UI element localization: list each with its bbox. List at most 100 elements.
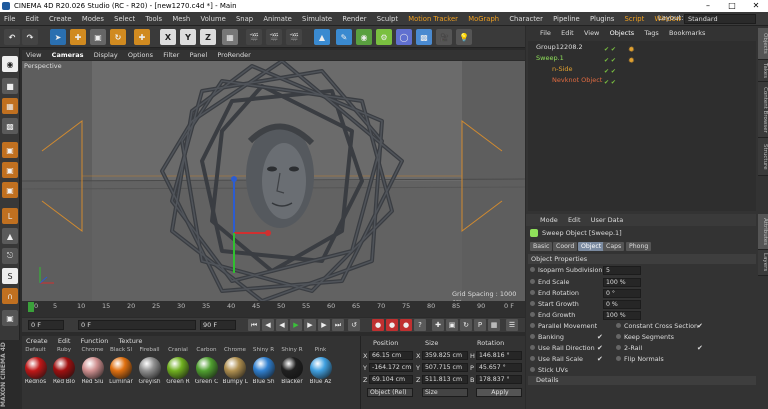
- check-stick-uvs[interactable]: Stick UVs: [530, 365, 568, 375]
- magnet-icon[interactable]: ∩: [2, 288, 18, 304]
- sidetab-structure[interactable]: Structure: [758, 138, 768, 176]
- workplane-mode-icon[interactable]: ▩: [2, 118, 18, 134]
- sidetab-attributes[interactable]: Attributes: [758, 214, 768, 250]
- deformer-icon[interactable]: ◯: [396, 29, 412, 45]
- size-mode-select[interactable]: Size: [422, 388, 468, 397]
- cube-primitive-icon[interactable]: ▲: [314, 29, 330, 45]
- checkbox[interactable]: [597, 323, 604, 330]
- checkbox[interactable]: ✔: [697, 323, 704, 330]
- menu-volume[interactable]: Volume: [196, 12, 229, 26]
- lock-workplane-icon[interactable]: ▣: [2, 310, 18, 326]
- end-scale-field[interactable]: 100 %: [603, 278, 641, 287]
- material-swatch[interactable]: Pink Blue Az: [308, 347, 333, 385]
- tree-item-nside[interactable]: n-Side: [552, 64, 652, 75]
- end-growth-field[interactable]: 100 %: [603, 311, 641, 320]
- material-swatch[interactable]: Black Sl Luminar: [109, 347, 134, 385]
- menu-motion-tracker[interactable]: Motion Tracker: [404, 12, 462, 26]
- axis-x-button[interactable]: X: [160, 29, 176, 45]
- rot-p-field[interactable]: 45.657 °: [476, 363, 522, 372]
- tag-icons[interactable]: ✹ ✹: [628, 44, 636, 65]
- material-swatch[interactable]: Carbon Green C: [194, 347, 219, 385]
- move-tool-icon[interactable]: ✚: [70, 29, 86, 45]
- attr-menu-userdata[interactable]: User Data: [587, 214, 627, 226]
- start-growth-field[interactable]: 0 %: [603, 300, 641, 309]
- array-generator-icon[interactable]: ⚙: [376, 29, 392, 45]
- checkbox[interactable]: [597, 367, 604, 374]
- checkbox[interactable]: ✔: [697, 345, 704, 352]
- check-keep-segments[interactable]: Keep Segments: [616, 332, 674, 342]
- size-x-field[interactable]: 359.825 cm: [422, 351, 468, 360]
- previous-frame-icon[interactable]: ◀: [276, 319, 288, 331]
- menu-snap[interactable]: Snap: [232, 12, 257, 26]
- menu-mograph[interactable]: MoGraph: [464, 12, 503, 26]
- menu-sculpt[interactable]: Sculpt: [373, 12, 402, 26]
- menu-script[interactable]: Script: [621, 12, 649, 26]
- floor-icon[interactable]: ▩: [416, 29, 432, 45]
- check-use-rail-direction[interactable]: Use Rail Direction: [530, 343, 595, 353]
- material-swatch[interactable]: Cranial Green R: [166, 347, 191, 385]
- viewport-menu-display[interactable]: Display: [90, 50, 122, 60]
- viewport-menu-options[interactable]: Options: [124, 50, 157, 60]
- material-menu-function[interactable]: Function: [77, 336, 113, 346]
- rot-h-field[interactable]: 146.816 °: [476, 351, 522, 360]
- menu-plugins[interactable]: Plugins: [586, 12, 618, 26]
- pos-z-field[interactable]: 69.104 cm: [369, 375, 413, 384]
- apply-button[interactable]: Apply: [476, 388, 522, 397]
- viewport-scene[interactable]: [22, 61, 525, 301]
- check-2-rail[interactable]: 2-Rail: [616, 343, 642, 353]
- play-icon[interactable]: ▶: [290, 319, 302, 331]
- material-menu-edit[interactable]: Edit: [54, 336, 75, 346]
- isoparm-field[interactable]: 5: [603, 266, 641, 275]
- undo-icon[interactable]: ↶: [4, 29, 20, 45]
- recent-tool-icon[interactable]: ✚: [134, 29, 150, 45]
- pos-x-field[interactable]: 66.15 cm: [369, 351, 413, 360]
- menu-render[interactable]: Render: [338, 12, 370, 26]
- tab-caps[interactable]: Caps: [603, 242, 625, 251]
- axis-z-button[interactable]: Z: [200, 29, 216, 45]
- material-swatch[interactable]: Default Rednos: [23, 347, 48, 385]
- model-mode-icon[interactable]: ■: [2, 78, 18, 94]
- objects-menu-file[interactable]: File: [536, 28, 555, 39]
- scale-track-icon[interactable]: ▣: [446, 319, 458, 331]
- objects-menu-bookmarks[interactable]: Bookmarks: [665, 28, 709, 39]
- tab-basic[interactable]: Basic: [530, 242, 553, 251]
- size-z-field[interactable]: 511.813 cm: [422, 375, 468, 384]
- coordinate-system-icon[interactable]: ▦: [222, 29, 238, 45]
- menu-mesh[interactable]: Mesh: [168, 12, 194, 26]
- check-constant-cross-section[interactable]: Constant Cross Section: [616, 321, 698, 331]
- preview-min-field[interactable]: 0 F: [78, 320, 196, 330]
- tab-object[interactable]: Object: [578, 242, 605, 251]
- loop-icon[interactable]: ↺: [348, 319, 360, 331]
- rotation-track-icon[interactable]: ↻: [460, 319, 472, 331]
- menu-tools[interactable]: Tools: [141, 12, 166, 26]
- axis-mode-icon[interactable]: L: [2, 208, 18, 224]
- maximize-button[interactable]: □: [720, 0, 744, 12]
- tab-coord[interactable]: Coord: [553, 242, 578, 251]
- tree-item-nevknot[interactable]: Nevknot Object: [552, 75, 652, 86]
- objects-menu-edit[interactable]: Edit: [557, 28, 578, 39]
- viewport-menu-filter[interactable]: Filter: [159, 50, 183, 60]
- go-to-end-icon[interactable]: ⏭: [332, 319, 344, 331]
- size-y-field[interactable]: 507.715 cm: [422, 363, 468, 372]
- light-icon[interactable]: 💡: [456, 29, 472, 45]
- sidetab-objects[interactable]: Objects: [758, 28, 768, 60]
- tweak-mode-icon[interactable]: ▲: [2, 228, 18, 244]
- layout-select[interactable]: Standard: [684, 14, 756, 24]
- next-key-icon[interactable]: ▶: [318, 319, 330, 331]
- subdivision-surface-icon[interactable]: ◉: [356, 29, 372, 45]
- checkbox[interactable]: [697, 356, 704, 363]
- render-picture-viewer-icon[interactable]: 🎬: [266, 29, 282, 45]
- objects-menu-view[interactable]: View: [580, 28, 603, 39]
- points-mode-icon[interactable]: ▣: [2, 142, 18, 158]
- menu-edit[interactable]: Edit: [22, 12, 43, 26]
- render-settings-icon[interactable]: 🎬: [286, 29, 302, 45]
- check-banking[interactable]: Banking: [530, 332, 564, 342]
- menu-file[interactable]: File: [0, 12, 19, 26]
- parameter-track-icon[interactable]: P: [474, 319, 486, 331]
- menu-modes[interactable]: Modes: [78, 12, 108, 26]
- material-swatch[interactable]: Shiny R Blue Sh: [251, 347, 276, 385]
- end-rotation-field[interactable]: 0 °: [603, 289, 641, 298]
- sidetab-layers[interactable]: Layers: [758, 250, 768, 276]
- render-view-icon[interactable]: 🎬: [246, 29, 262, 45]
- tab-phong[interactable]: Phong: [626, 242, 652, 251]
